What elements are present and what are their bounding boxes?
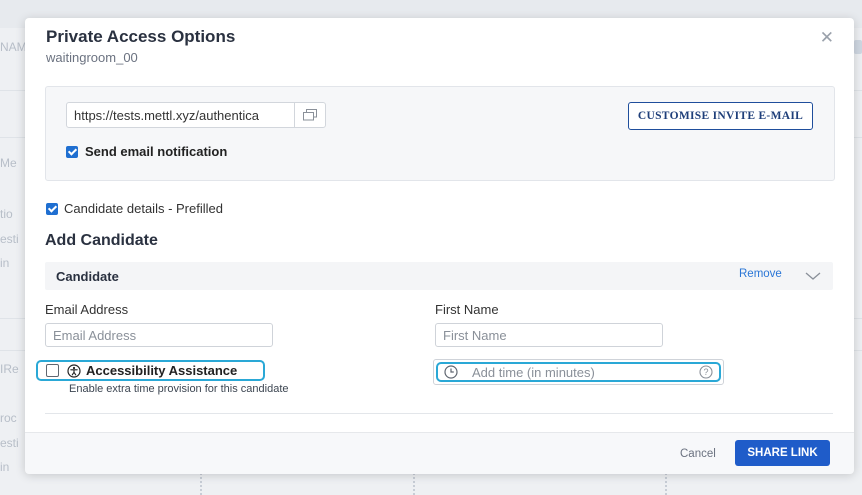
modal-title: Private Access Options xyxy=(46,27,236,46)
send-email-label: Send email notification xyxy=(85,144,228,159)
background-text: tio xyxy=(0,207,13,221)
send-email-notification-checkbox[interactable]: Send email notification xyxy=(66,144,227,159)
invite-url-field xyxy=(66,102,326,128)
candidate-header: Candidate Remove xyxy=(45,262,833,290)
accessibility-hint: Enable extra time provision for this can… xyxy=(69,383,289,395)
copy-icon xyxy=(303,109,318,121)
extra-time-field: ? xyxy=(433,359,724,385)
clock-icon xyxy=(444,365,458,379)
svg-text:?: ? xyxy=(703,367,708,377)
accessibility-icon xyxy=(67,363,81,378)
background-text: esti xyxy=(0,232,19,246)
background-text: roc xyxy=(0,411,17,425)
background-text: IRe xyxy=(0,362,19,376)
checkbox-checked-icon xyxy=(46,202,58,215)
email-field[interactable] xyxy=(45,323,273,347)
share-link-button[interactable]: SHARE LINK xyxy=(735,440,830,466)
background-text: in xyxy=(0,460,10,474)
modal-footer: Cancel SHARE LINK xyxy=(25,432,854,474)
copy-link-button[interactable] xyxy=(294,103,325,127)
private-access-modal: Private Access Options waitingroom_00 ✕ … xyxy=(25,18,854,474)
background-text: NAM xyxy=(0,40,27,54)
background-text: Me xyxy=(0,156,17,170)
modal-subtitle: waitingroom_00 xyxy=(46,50,138,65)
first-name-field[interactable] xyxy=(435,323,663,347)
prefill-label: Candidate details - Prefilled xyxy=(64,201,223,216)
customise-invite-email-button[interactable]: CUSTOMISE INVITE E-MAIL xyxy=(628,102,813,130)
add-candidate-title: Add Candidate xyxy=(45,232,158,249)
background-badge xyxy=(854,40,862,54)
help-icon[interactable]: ? xyxy=(699,365,713,379)
accessibility-assistance-checkbox[interactable]: Accessibility Assistance xyxy=(36,360,265,381)
section-divider xyxy=(45,413,833,414)
extra-time-focus-ring: ? xyxy=(436,362,721,382)
accessibility-label: Accessibility Assistance xyxy=(86,363,238,378)
close-icon[interactable]: ✕ xyxy=(820,28,834,48)
invite-panel: CUSTOMISE INVITE E-MAIL Send email notif… xyxy=(45,86,835,181)
candidate-prefilled-checkbox[interactable]: Candidate details - Prefilled xyxy=(46,201,223,216)
checkbox-unchecked-icon xyxy=(46,364,59,377)
background-text: esti xyxy=(0,436,19,450)
background-text: in xyxy=(0,256,10,270)
checkbox-checked-icon xyxy=(66,145,78,158)
extra-time-input[interactable] xyxy=(470,363,689,381)
chevron-down-icon[interactable] xyxy=(805,268,821,286)
invite-url-input[interactable] xyxy=(67,104,295,126)
remove-candidate-link[interactable]: Remove xyxy=(739,268,782,280)
first-name-label: First Name xyxy=(435,302,499,317)
cancel-button[interactable]: Cancel xyxy=(680,448,716,460)
candidate-header-label: Candidate xyxy=(56,269,119,284)
email-label: Email Address xyxy=(45,302,129,317)
